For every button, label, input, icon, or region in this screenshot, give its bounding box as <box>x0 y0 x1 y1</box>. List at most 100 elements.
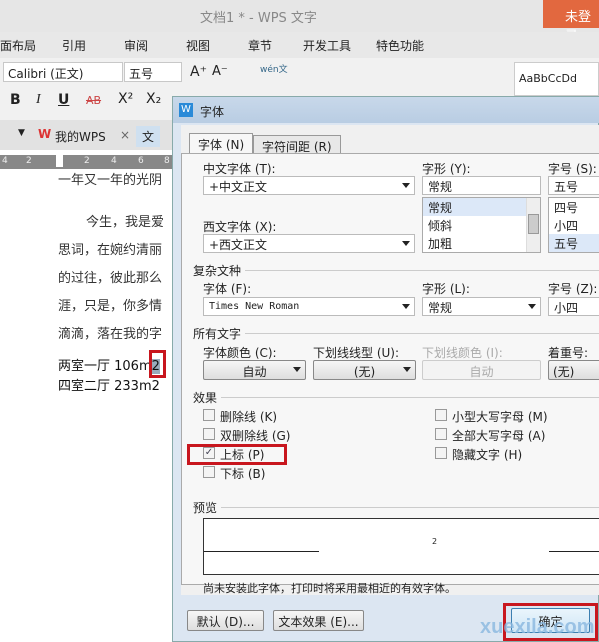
style-option[interactable]: 倾斜 <box>423 216 540 234</box>
menu-developer[interactable]: 开发工具 <box>303 37 351 54</box>
wps-logo-icon: W <box>38 127 52 141</box>
complex-style-select[interactable]: 常规 <box>422 297 541 316</box>
emphasis-label: 着重号: <box>548 346 589 360</box>
doc-line-room2: 四室二厅 233m2 <box>58 379 160 394</box>
chinese-font-label: 中文字体 (T): <box>203 162 276 176</box>
menu-references[interactable]: 引用 <box>62 37 86 54</box>
login-button[interactable]: 未登录 <box>543 0 599 44</box>
all-caps-checkbox[interactable] <box>435 428 447 440</box>
small-caps-checkbox[interactable] <box>435 409 447 421</box>
dropdown-arrow-icon <box>402 183 410 188</box>
chinese-font-select[interactable]: +中文正文 <box>203 176 415 195</box>
all-caps-label[interactable]: 全部大写字母 (A) <box>452 427 545 444</box>
grow-font-button[interactable]: A⁺ <box>190 64 207 80</box>
font-size-combo[interactable]: 五号 <box>124 62 182 82</box>
complex-size-select[interactable]: 小四 <box>548 297 599 316</box>
small-caps-label[interactable]: 小型大写字母 (M) <box>452 408 548 425</box>
divider <box>221 397 599 398</box>
menu-features[interactable]: 特色功能 <box>376 37 424 54</box>
ruler-tick: 8 <box>164 156 170 166</box>
ruler-tick: 4 <box>111 156 117 166</box>
doc-line: 涯，只是，你多情 <box>58 299 163 314</box>
style-input[interactable]: 常规 <box>422 176 541 195</box>
double-strikethrough-checkbox[interactable] <box>203 428 215 440</box>
tab-my-wps[interactable]: 我的WPS <box>55 128 106 145</box>
western-font-value: +西文正文 <box>209 238 268 252</box>
underline-style-dropdown[interactable]: (无) <box>313 360 416 380</box>
style-listbox[interactable]: 常规 倾斜 加粗 <box>422 197 541 253</box>
subscript-checkbox[interactable] <box>203 466 215 478</box>
shrink-font-button[interactable]: A⁻ <box>212 64 228 79</box>
dropdown-arrow-icon <box>403 367 411 372</box>
font-color-value: 自动 <box>242 365 267 379</box>
baseline-right <box>549 551 599 552</box>
document-page[interactable]: 一年又一年的光阴 今生，我是爱 思词，在婉约清丽 的过往，彼此那么 涯，只是，你… <box>0 169 175 642</box>
doc-line-room1: 两室一厅 106m2 <box>58 355 160 374</box>
title-bar: 文档1 * - WPS 文字 未登录 <box>0 0 599 44</box>
emphasis-dropdown[interactable]: (无) <box>548 360 599 380</box>
style-option[interactable]: 常规 <box>423 198 540 216</box>
size-input[interactable]: 五号 <box>548 176 599 195</box>
ruler-tick: 2 <box>26 156 32 166</box>
size-option[interactable]: 小四 <box>549 216 599 234</box>
effects-heading: 效果 <box>193 391 218 405</box>
doc-line: 思词，在婉约清丽 <box>58 243 163 258</box>
menu-view[interactable]: 视图 <box>186 37 210 54</box>
room1-text: 两室一厅 106m <box>58 359 152 374</box>
italic-button[interactable]: I <box>36 92 41 108</box>
complex-style-label: 字形 (L): <box>422 282 470 296</box>
size-option[interactable]: 四号 <box>549 198 599 216</box>
style-normal[interactable]: AaBbCcDd <box>519 72 577 85</box>
tab-char-spacing[interactable]: 字符间距 (R) <box>253 135 341 154</box>
font-dialog: W 字体 字体 (N) 字符间距 (R) 中文字体 (T): +中文正文 西文字… <box>172 96 599 642</box>
subscript-label[interactable]: 下标 (B) <box>220 465 265 482</box>
size-option[interactable]: 五号 <box>549 234 599 252</box>
western-font-label: 西文字体 (X): <box>203 220 277 234</box>
preview-box: 2 <box>203 518 599 575</box>
default-button[interactable]: 默认 (D)... <box>187 610 264 631</box>
tab-list-chevron-icon[interactable]: ▼ <box>18 128 25 138</box>
document-tab-bar: ▼ W 我的WPS × 文 <box>0 120 175 150</box>
font-color-label: 字体颜色 (C): <box>203 346 277 360</box>
all-text-heading: 所有文字 <box>193 327 242 341</box>
strikethrough-label[interactable]: 删除线 (K) <box>220 408 277 425</box>
size-listbox[interactable]: 四号 小四 五号 <box>548 197 599 253</box>
style-gallery[interactable]: AaBbCcDd <box>514 62 599 96</box>
menu-section[interactable]: 章节 <box>248 37 272 54</box>
tab-document[interactable]: 文 <box>136 126 161 147</box>
underline-button[interactable]: U <box>58 92 69 108</box>
dialog-title-bar[interactable]: W 字体 <box>173 97 599 123</box>
indent-marker[interactable] <box>56 155 63 167</box>
superscript-button[interactable]: X² <box>118 91 133 107</box>
underline-style-label: 下划线线型 (U): <box>313 346 400 360</box>
hidden-text-label[interactable]: 隐藏文字 (H) <box>452 446 522 463</box>
font-color-dropdown[interactable]: 自动 <box>203 360 306 380</box>
style-label: 字形 (Y): <box>422 162 471 176</box>
menu-review[interactable]: 审阅 <box>124 37 148 54</box>
ruler[interactable]: 4 2 2 4 6 8 <box>0 155 175 169</box>
scrollbar-thumb[interactable] <box>528 214 539 234</box>
western-font-select[interactable]: +西文正文 <box>203 234 415 253</box>
pinyin-button[interactable]: wén文 <box>260 62 288 75</box>
close-tab-icon[interactable]: × <box>120 128 130 142</box>
strikethrough-button[interactable]: AB <box>86 94 101 107</box>
menu-page-layout[interactable]: 面布局 <box>0 37 36 54</box>
style-option[interactable]: 加粗 <box>423 234 540 252</box>
font-name-combo[interactable]: Calibri (正文) <box>3 62 123 82</box>
bold-button[interactable]: B <box>10 92 21 108</box>
style-scrollbar[interactable] <box>526 198 540 252</box>
subscript-button[interactable]: X₂ <box>146 91 161 107</box>
text-effects-button[interactable]: 文本效果 (E)... <box>273 610 364 631</box>
divider <box>245 333 599 334</box>
font-not-installed-note: 尚未安装此字体，打印时将采用最相近的有效字体。 <box>203 582 456 595</box>
double-strikethrough-label[interactable]: 双删除线 (G) <box>220 427 290 444</box>
hidden-text-checkbox[interactable] <box>435 447 447 459</box>
complex-script-heading: 复杂文种 <box>193 264 242 278</box>
tab-font[interactable]: 字体 (N) <box>189 133 254 154</box>
ruler-tick: 2 <box>84 156 90 166</box>
dialog-title: 字体 <box>200 105 225 119</box>
strikethrough-checkbox[interactable] <box>203 409 215 421</box>
ruler-tick: 6 <box>138 156 144 166</box>
complex-font-select[interactable]: Times New Roman <box>203 297 415 316</box>
dropdown-arrow-icon <box>528 304 536 309</box>
